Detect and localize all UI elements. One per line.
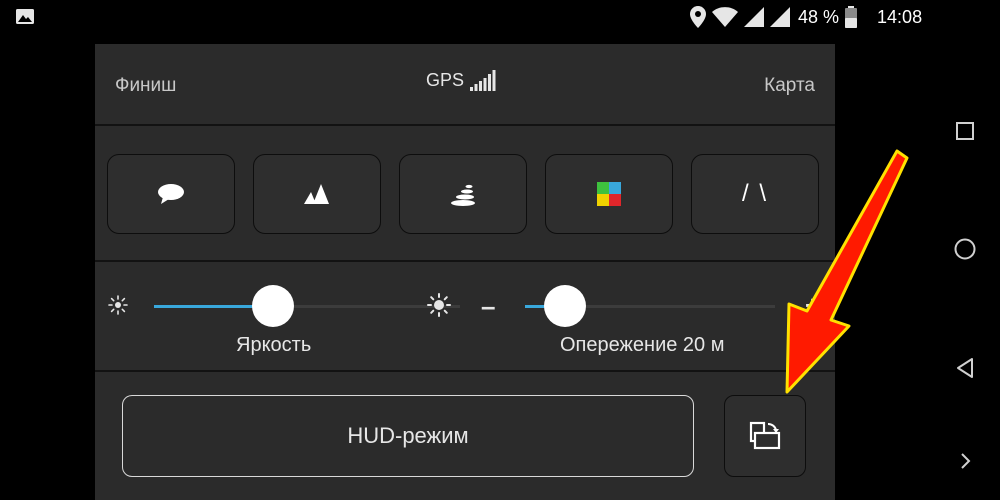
gallery-icon xyxy=(16,9,34,24)
color-squares-icon xyxy=(597,182,621,206)
road-icon: / \ xyxy=(741,180,768,207)
gps-signal-icon xyxy=(470,70,496,91)
navigation-bar xyxy=(930,34,1000,500)
signal-icon xyxy=(770,7,790,27)
brightness-slider-knob[interactable] xyxy=(252,285,295,327)
advance-slider[interactable] xyxy=(525,285,775,327)
battery-icon xyxy=(845,6,858,28)
gps-label: GPS xyxy=(426,70,465,90)
battery-percent: 48 % xyxy=(798,6,840,27)
brightness-high-icon xyxy=(427,293,451,317)
header-row: Финиш GPS Карта xyxy=(95,44,835,126)
screen-rotate-icon xyxy=(749,421,781,450)
terrain-button[interactable] xyxy=(253,154,381,234)
mode-buttons-row: / \ xyxy=(95,126,835,262)
mountains-icon xyxy=(304,184,329,204)
recents-button[interactable] xyxy=(956,122,974,140)
brightness-label: Яркость xyxy=(236,334,312,356)
advance-plus-button[interactable]: + xyxy=(805,290,820,321)
hud-mode-button[interactable]: HUD-режим xyxy=(122,395,694,477)
bottom-row: HUD-режим xyxy=(95,372,835,500)
advance-slider-knob[interactable] xyxy=(544,285,586,327)
status-bar: 48 % 14:08 xyxy=(0,0,1000,34)
speech-bubble-icon xyxy=(158,184,184,204)
color-theme-button[interactable] xyxy=(545,154,673,234)
brightness-slider[interactable] xyxy=(154,285,460,327)
home-button[interactable] xyxy=(954,238,976,260)
comments-button[interactable] xyxy=(107,154,235,234)
gps-indicator: GPS xyxy=(426,69,500,91)
chevron-right-icon[interactable] xyxy=(959,452,971,470)
clock: 14:08 xyxy=(877,6,923,27)
road-view-button[interactable]: / \ xyxy=(691,154,819,234)
rotate-screen-button[interactable] xyxy=(724,395,806,477)
stack-icon xyxy=(451,184,475,206)
map-tab[interactable]: Карта xyxy=(764,75,815,97)
advance-minus-button[interactable]: – xyxy=(481,291,495,322)
hud-settings-panel: Финиш GPS Карта / \ Яркость – Опережение… xyxy=(95,44,835,500)
finish-tab[interactable]: Финиш xyxy=(115,75,176,97)
sliders-row: Яркость – Опережение 20 м + xyxy=(95,262,835,372)
back-button[interactable] xyxy=(956,357,974,379)
advance-label: Опережение 20 м xyxy=(560,334,725,356)
wifi-icon xyxy=(712,7,738,27)
signal-icon xyxy=(744,7,764,27)
layers-button[interactable] xyxy=(399,154,527,234)
brightness-low-icon xyxy=(108,295,128,315)
location-icon xyxy=(690,6,706,28)
